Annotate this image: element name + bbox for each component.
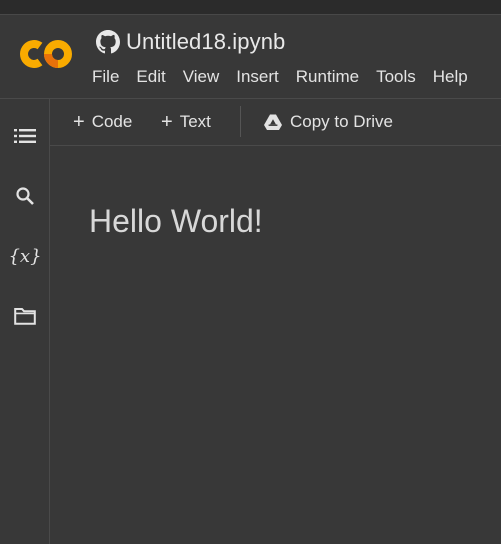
notebook-toolbar: + Code + Text Copy to Drive [50, 99, 501, 146]
folder-icon[interactable] [12, 303, 38, 329]
left-sidebar: {x} [0, 99, 50, 544]
add-text-label: Text [179, 112, 211, 131]
plus-icon: + [73, 111, 85, 133]
colab-window: Untitled18.ipynb File Edit View Insert R… [0, 0, 501, 544]
title-row: Untitled18.ipynb [96, 29, 285, 55]
markdown-heading: Hello World! [89, 203, 263, 239]
menu-file[interactable]: File [92, 66, 119, 88]
menu-edit[interactable]: Edit [136, 66, 165, 88]
add-code-button[interactable]: + Code [73, 99, 132, 145]
menu-help[interactable]: Help [433, 66, 468, 88]
add-code-label: Code [91, 112, 133, 131]
variables-glyph: {x} [8, 245, 42, 267]
add-text-button[interactable]: + Text [161, 99, 211, 145]
top-strip [0, 0, 501, 15]
menu-bar: File Edit View Insert Runtime Tools Help [92, 66, 468, 88]
menu-tools[interactable]: Tools [376, 66, 416, 88]
search-icon[interactable] [12, 183, 38, 209]
variables-icon[interactable]: {x} [8, 243, 41, 269]
header: Untitled18.ipynb File Edit View Insert R… [0, 15, 501, 99]
table-of-contents-icon[interactable] [12, 123, 38, 149]
notebook-content: Hello World! [50, 146, 501, 544]
copy-to-drive-button[interactable]: Copy to Drive [264, 99, 393, 145]
github-icon[interactable] [96, 30, 120, 54]
menu-view[interactable]: View [183, 66, 220, 88]
menu-insert[interactable]: Insert [236, 66, 279, 88]
plus-icon: + [161, 111, 173, 133]
notebook-title[interactable]: Untitled18.ipynb [126, 29, 285, 55]
copy-to-drive-label: Copy to Drive [290, 112, 393, 131]
colab-logo[interactable] [18, 38, 74, 70]
toolbar-divider [240, 106, 241, 137]
google-drive-icon [264, 114, 282, 130]
menu-runtime[interactable]: Runtime [296, 66, 359, 88]
